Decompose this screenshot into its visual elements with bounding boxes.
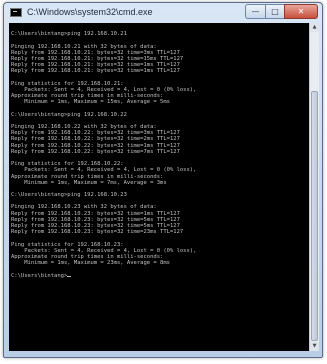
console-line: Reply from 192.168.10.21: bytes=32 time=… [11,68,180,75]
scroll-down-arrow-icon[interactable]: ▼ [310,342,319,351]
scroll-thumb[interactable] [311,91,318,341]
scroll-up-arrow-icon[interactable]: ▲ [310,23,319,32]
minimize-button[interactable]: — [245,4,265,19]
console-line: Reply from 192.168.10.23: bytes=32 time=… [11,229,184,236]
console-output[interactable]: C:\Users\bintang>ping 192.168.10.21 Pingi… [9,23,309,351]
title-bar[interactable]: C:\Windows\system32\cmd.exe — □ ✕ [4,3,322,23]
caption-buttons: — □ ✕ [245,4,318,19]
console-line: Minimum = 1ms, Maximum = 23ms, Average =… [11,260,170,267]
text-cursor [67,275,72,277]
command-prompt: C:\Users\bintang> [11,273,196,279]
console-line: Reply from 192.168.10.22: bytes=32 time=… [11,136,180,143]
console-line: Reply from 192.168.10.22: bytes=32 time=… [11,148,180,155]
console-line: Reply from 192.168.10.22: bytes=32 time=… [11,142,180,149]
console-line: Minimum = 1ms, Maximum = 15ms, Average =… [11,99,170,106]
window-title: C:\Windows\system32\cmd.exe [27,7,153,17]
vertical-scrollbar[interactable]: ▲ ▼ [309,23,319,351]
cmd-window: C:\Windows\system32\cmd.exe — □ ✕ C:\Use… [3,2,323,358]
console-text: C:\Users\bintang>ping 192.168.10.21 Pingi… [11,25,196,279]
maximize-button[interactable]: □ [265,4,284,19]
cmd-icon [10,8,22,17]
console-line: Packets: Sent = 4, Received = 4, Lost = … [11,167,197,174]
close-button[interactable]: ✕ [284,4,318,19]
console-line: Reply from 192.168.10.23: bytes=32 time=… [11,210,180,217]
